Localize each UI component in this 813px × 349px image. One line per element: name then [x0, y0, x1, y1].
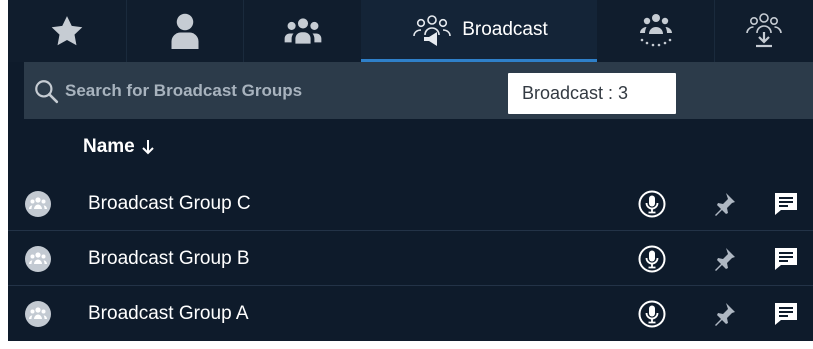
tab-groups[interactable] [244, 0, 361, 62]
search-bar [24, 62, 813, 119]
broadcast-group-avatar-icon [25, 246, 51, 272]
group-name: Broadcast Group A [88, 302, 249, 324]
person-icon [170, 13, 200, 49]
tab-broadcast-label: Broadcast [462, 18, 548, 40]
tab-favorites[interactable] [8, 0, 127, 62]
group-name: Broadcast Group C [88, 192, 251, 214]
message-icon[interactable] [770, 188, 802, 220]
tab-bar: Broadcast [8, 0, 813, 62]
sort-down-arrow-icon [141, 138, 155, 156]
tooltip-text: Broadcast : 3 [522, 83, 629, 103]
list-item[interactable]: Broadcast Group A [8, 286, 813, 341]
message-icon[interactable] [770, 243, 802, 275]
tab-contacts[interactable] [127, 0, 244, 62]
group-name: Broadcast Group B [88, 247, 250, 269]
push-to-talk-icon[interactable] [636, 298, 668, 330]
rally-point-icon[interactable] [708, 243, 740, 275]
broadcast-group-avatar-icon [25, 191, 51, 217]
broadcast-group-avatar-icon [25, 301, 51, 327]
app-window: Broadcast Search for Broadcast Groups Br… [8, 0, 813, 341]
broadcast-attendees-icon [637, 12, 675, 50]
push-to-talk-icon[interactable] [636, 243, 668, 275]
group-icon [284, 17, 322, 45]
search-input[interactable] [65, 80, 465, 101]
tab-broadcast[interactable]: Broadcast [361, 0, 597, 62]
name-column-label: Name [83, 136, 135, 157]
broadcast-download-icon [744, 12, 784, 50]
name-column-header[interactable]: Name [83, 136, 155, 158]
list-item[interactable]: Broadcast Group B [8, 231, 813, 286]
message-icon[interactable] [770, 298, 802, 330]
broadcast-count-tooltip: Broadcast : 3 [508, 73, 676, 114]
broadcast-group-icon [410, 13, 454, 47]
tab-broadcast-download[interactable] [715, 0, 813, 62]
list-item[interactable]: Broadcast Group C [8, 176, 813, 231]
search-icon[interactable] [33, 78, 59, 104]
tab-broadcast-attendees[interactable] [597, 0, 715, 62]
rally-point-icon[interactable] [708, 298, 740, 330]
rally-point-icon[interactable] [708, 188, 740, 220]
star-icon [50, 15, 84, 47]
push-to-talk-icon[interactable] [636, 188, 668, 220]
broadcast-group-list: Broadcast Group C Broadcast Group B Broa… [8, 176, 813, 341]
